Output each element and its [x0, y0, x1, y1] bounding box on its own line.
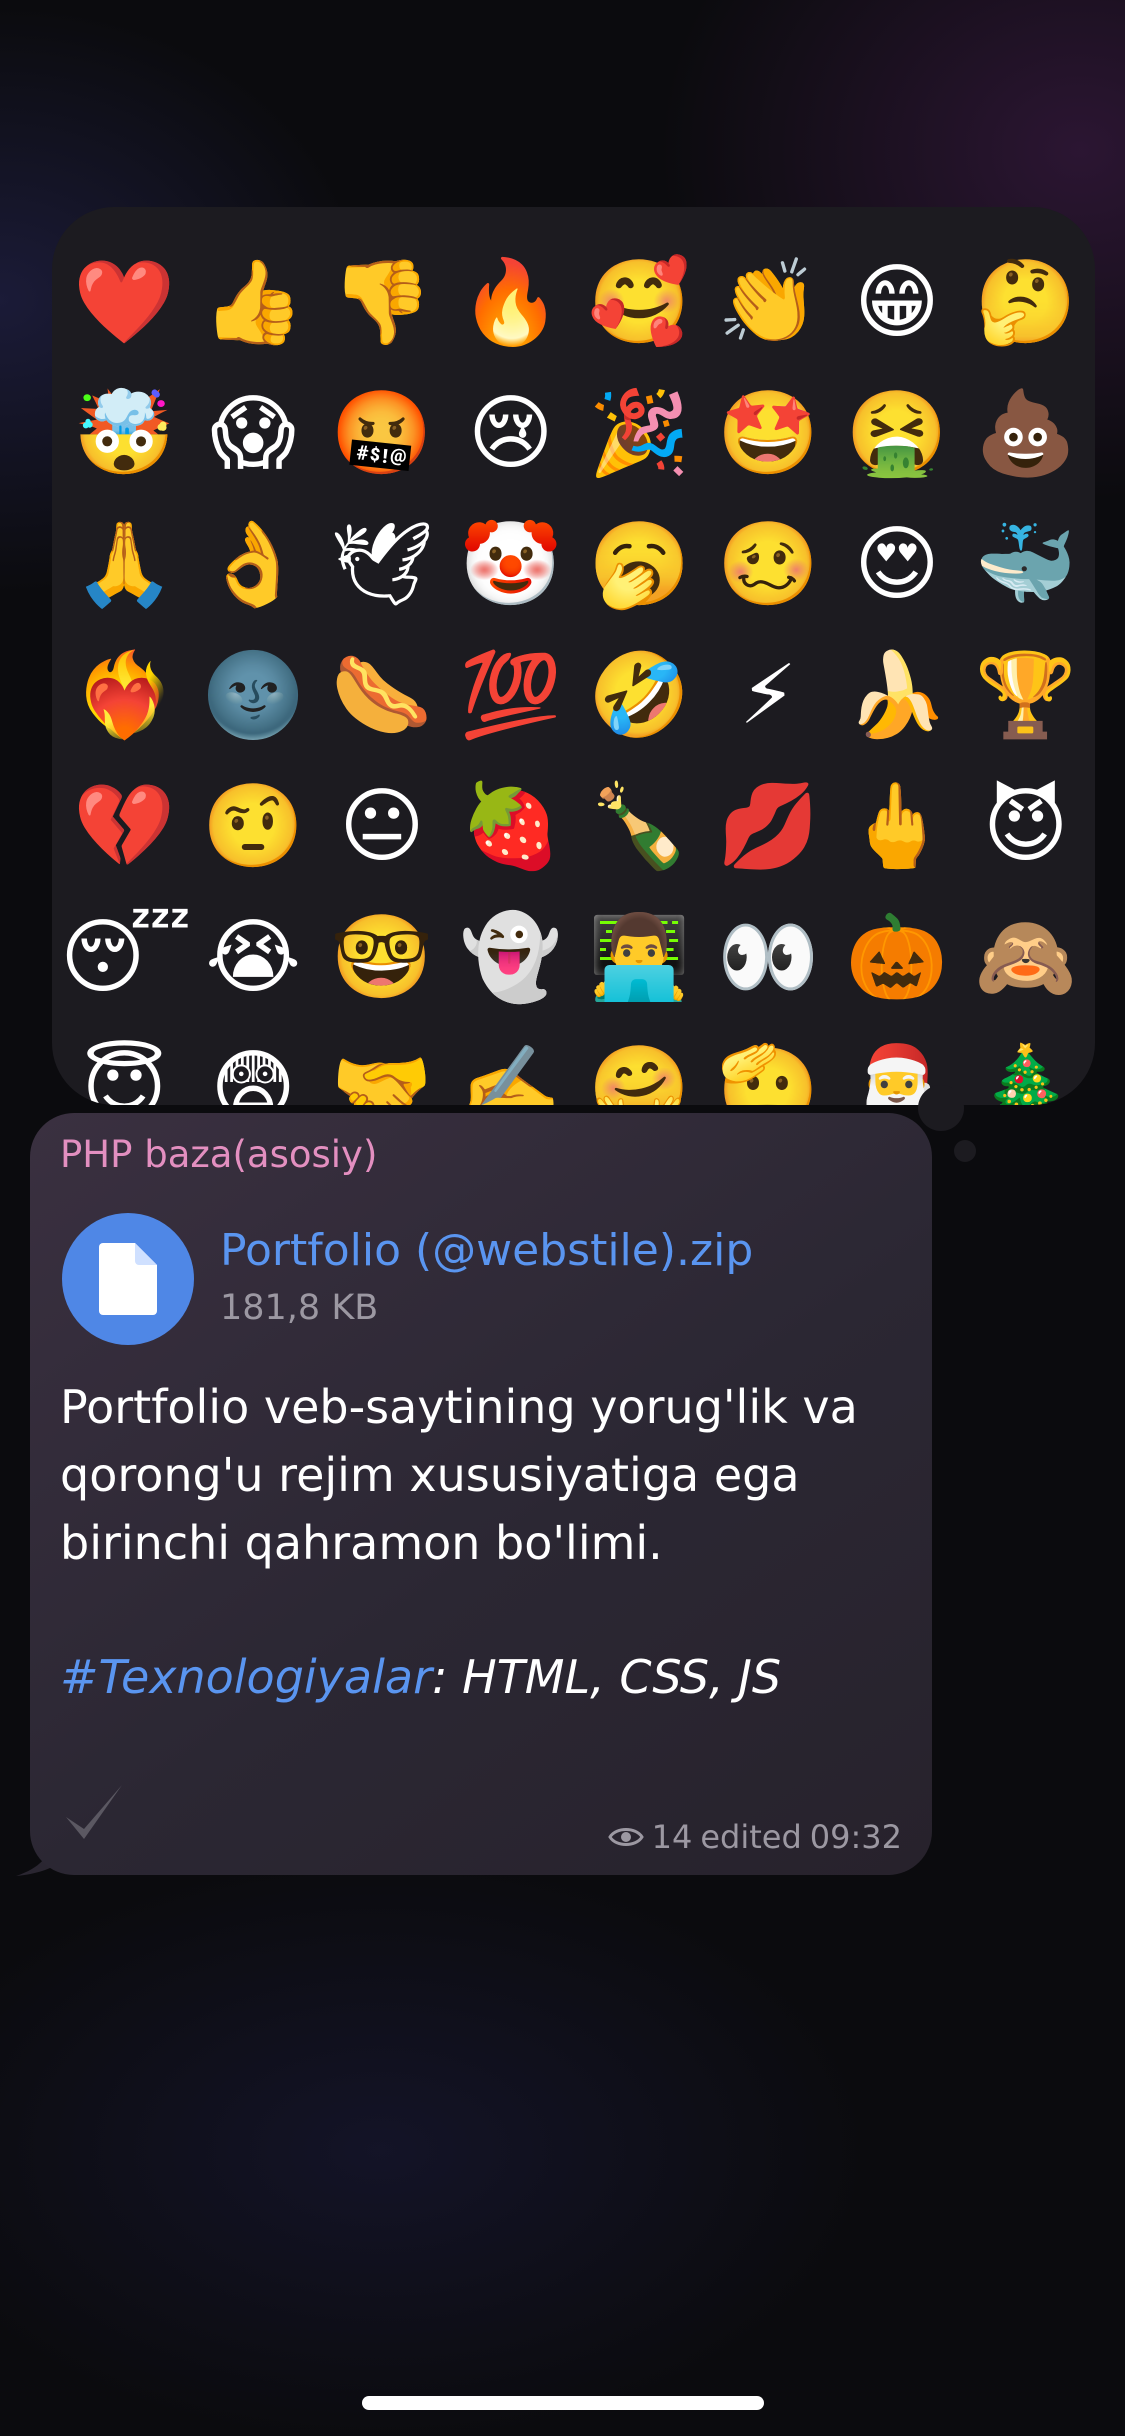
message-line: Portfolio veb-saytining yorug'lik va	[60, 1380, 858, 1434]
reaction-picker-panel: ❤️ 👍 👎 🔥 🥰 👏 😁 🤔 🤯 😱 🤬 😢 🎉 🤩 🤮 💩 🙏 👌 🕊 🤡 🥱 🥴 😍 🐳 ❤️‍🔥 🌚 🌭 💯 🤣 ⚡ 🍌 🏆 💔 🤨 😐 🍓…	[52, 207, 1095, 1105]
reaction-emoji[interactable]: 🤬	[318, 368, 447, 499]
reaction-emoji[interactable]: 👎	[318, 237, 447, 368]
reaction-emoji[interactable]: 👻	[446, 892, 575, 1023]
reaction-emoji[interactable]: 🤩	[704, 368, 833, 499]
reaction-emoji[interactable]: 👀	[704, 892, 833, 1023]
reaction-emoji[interactable]: ❤️‍🔥	[60, 630, 189, 761]
reaction-emoji[interactable]: 🍓	[446, 761, 575, 892]
sender-name[interactable]: PHP baza(asosiy)	[60, 1133, 377, 1176]
reaction-emoji[interactable]: 😢	[446, 368, 575, 499]
edited-label: edited	[700, 1818, 802, 1856]
reaction-emoji[interactable]: 🖕	[833, 761, 962, 892]
reaction-emoji[interactable]: 🍌	[833, 630, 962, 761]
reaction-emoji[interactable]: 🔥	[446, 237, 575, 368]
file-size: 181,8 KB	[220, 1288, 379, 1328]
reaction-emoji[interactable]: 🥴	[704, 499, 833, 630]
message-text: Portfolio veb-saytining yorug'lik va qor…	[60, 1373, 920, 1577]
reaction-emoji[interactable]: 🤓	[318, 892, 447, 1023]
reaction-emoji[interactable]: 👨‍💻	[575, 892, 704, 1023]
reaction-grid: ❤️ 👍 👎 🔥 🥰 👏 😁 🤔 🤯 😱 🤬 😢 🎉 🤩 🤮 💩 🙏 👌 🕊 🤡 🥱 🥴 😍 🐳 ❤️‍🔥 🌚 🌭 💯 🤣 ⚡ 🍌 🏆 💔 🤨 😐 🍓…	[60, 237, 1090, 1105]
reaction-emoji[interactable]: 😭	[189, 892, 318, 1023]
reaction-emoji[interactable]: 👌	[189, 499, 318, 630]
reaction-emoji[interactable]: 💋	[704, 761, 833, 892]
reaction-emoji[interactable]: 🫡	[704, 1023, 833, 1105]
reaction-emoji[interactable]: 🕊	[318, 499, 447, 630]
reaction-emoji[interactable]: 🥱	[575, 499, 704, 630]
file-icon[interactable]	[62, 1213, 194, 1345]
reaction-emoji[interactable]: 👏	[704, 237, 833, 368]
reaction-emoji[interactable]: 🙈	[961, 892, 1090, 1023]
message-line: qorong'u rejim xususiyatiga ega	[60, 1448, 800, 1502]
reaction-emoji[interactable]: 😍	[833, 499, 962, 630]
reaction-emoji[interactable]: 😇	[60, 1023, 189, 1105]
hashtag-link[interactable]: #Texnologiyalar	[60, 1650, 432, 1704]
document-icon	[99, 1243, 157, 1315]
reaction-emoji[interactable]: 🌚	[189, 630, 318, 761]
message-meta: 14 edited 09:32	[607, 1818, 902, 1856]
reaction-panel-tail-dot-small	[954, 1140, 976, 1162]
reaction-emoji[interactable]: 😨	[189, 1023, 318, 1105]
reaction-emoji[interactable]: 🏆	[961, 630, 1090, 761]
reaction-emoji[interactable]: 💯	[446, 630, 575, 761]
reaction-emoji[interactable]: 🤯	[60, 368, 189, 499]
reaction-emoji[interactable]: 🤝	[318, 1023, 447, 1105]
file-name-link[interactable]: Portfolio (@webstile).zip	[220, 1225, 753, 1276]
view-count: 14	[651, 1818, 693, 1856]
message-time: 09:32	[809, 1818, 902, 1856]
message-line: birinchi qahramon bo'limi.	[60, 1516, 663, 1570]
reaction-emoji[interactable]: 🤨	[189, 761, 318, 892]
home-indicator	[362, 2396, 764, 2410]
reaction-emoji[interactable]: ✍️	[446, 1023, 575, 1105]
reaction-emoji[interactable]: 😴	[60, 892, 192, 1023]
reaction-panel-tail-dot	[918, 1085, 964, 1131]
reaction-emoji[interactable]: 🤗	[575, 1023, 704, 1105]
reaction-emoji[interactable]: 🎄	[961, 1023, 1090, 1105]
reaction-emoji[interactable]: 🤔	[961, 237, 1090, 368]
reaction-emoji[interactable]: 🙏	[60, 499, 189, 630]
reaction-emoji[interactable]: 🤡	[446, 499, 575, 630]
reaction-emoji[interactable]: 👍	[189, 237, 318, 368]
reaction-emoji[interactable]: 🤮	[833, 368, 962, 499]
reaction-emoji[interactable]: 🤣	[575, 630, 704, 761]
reaction-emoji[interactable]: 😱	[189, 368, 318, 499]
reaction-emoji[interactable]: 🥰	[575, 237, 704, 368]
select-check-icon[interactable]	[62, 1781, 126, 1845]
reaction-emoji[interactable]: 🐳	[961, 499, 1090, 630]
tags-line: #Texnologiyalar: HTML, CSS, JS	[60, 1650, 781, 1704]
eye-icon	[607, 1828, 644, 1846]
reaction-emoji[interactable]: 😁	[833, 237, 962, 368]
reaction-emoji[interactable]: 💔	[60, 761, 189, 892]
reaction-emoji[interactable]: 🍾	[575, 761, 704, 892]
technologies-text: : HTML, CSS, JS	[431, 1650, 782, 1704]
reaction-emoji[interactable]: 💩	[961, 368, 1090, 499]
reaction-emoji[interactable]: 😈	[961, 761, 1090, 892]
reaction-emoji[interactable]: 🎃	[833, 892, 962, 1023]
reaction-emoji[interactable]: 🌭	[318, 630, 447, 761]
reaction-emoji[interactable]: 🎉	[575, 368, 704, 499]
reaction-emoji[interactable]: ❤️	[60, 237, 189, 368]
reaction-emoji[interactable]: 😐	[318, 761, 447, 892]
message-bubble[interactable]: PHP baza(asosiy) Portfolio (@webstile).z…	[30, 1113, 932, 1875]
reaction-emoji[interactable]: ⚡	[704, 630, 833, 761]
